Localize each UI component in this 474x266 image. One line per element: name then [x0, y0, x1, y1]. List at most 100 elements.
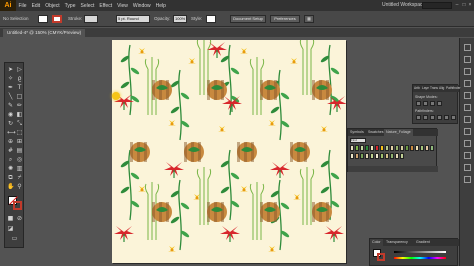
tab-artboards[interactable]: Artb: [414, 86, 420, 90]
pencil-icon[interactable]: ✏: [16, 102, 23, 109]
gradient-panel-icon[interactable]: [464, 116, 471, 123]
tab-symbols[interactable]: Symbols: [348, 129, 366, 136]
stroke-color-icon[interactable]: [13, 201, 22, 210]
selection-icon[interactable]: ➤: [7, 66, 14, 73]
draw-mode-icon[interactable]: ◪: [7, 225, 14, 232]
tab-layers[interactable]: Laye: [422, 86, 429, 90]
menu-select[interactable]: Select: [78, 3, 97, 9]
stroke-swatch[interactable]: [52, 15, 62, 23]
rectangle-icon[interactable]: □: [16, 93, 23, 100]
tab-color[interactable]: Color: [370, 239, 383, 246]
outline-icon[interactable]: [444, 115, 449, 120]
paintbrush-icon[interactable]: ✎: [7, 102, 14, 109]
document-tab[interactable]: Untitled-4* @ 150% (CMYK/Preview): [3, 29, 86, 37]
shape-builder-icon[interactable]: ⊕: [7, 138, 14, 145]
menu-view[interactable]: View: [115, 3, 131, 9]
close-icon[interactable]: ×: [467, 2, 473, 8]
swatch[interactable]: [400, 145, 404, 151]
slice-icon[interactable]: ⌿: [16, 174, 23, 181]
menu-edit[interactable]: Edit: [29, 3, 43, 9]
menu-type[interactable]: Type: [62, 3, 78, 9]
hand-icon[interactable]: ✋: [7, 183, 14, 190]
swatch[interactable]: [395, 145, 399, 151]
color-stroke-chip[interactable]: [377, 253, 385, 261]
swatch[interactable]: [350, 145, 354, 151]
swatch[interactable]: [355, 152, 359, 159]
blob-brush-icon[interactable]: ◉: [7, 111, 14, 118]
stroke-panel-icon[interactable]: [464, 104, 471, 111]
swatch[interactable]: [400, 152, 404, 159]
menu-effect[interactable]: Effect: [97, 3, 115, 9]
swatch[interactable]: [365, 145, 369, 151]
none-mode-icon[interactable]: ⊘: [16, 215, 23, 222]
trim-icon[interactable]: [423, 115, 428, 120]
graphic-style-swatch[interactable]: [206, 15, 216, 23]
swatch[interactable]: [360, 152, 364, 159]
tab-align[interactable]: Alig: [439, 86, 444, 90]
tab-swatches[interactable]: Swatches: [366, 129, 386, 136]
swatch[interactable]: [395, 152, 399, 159]
swatch[interactable]: [370, 152, 374, 159]
swatch[interactable]: [355, 145, 359, 151]
opacity-field[interactable]: 100%: [173, 15, 187, 23]
swatch[interactable]: [390, 152, 394, 159]
swatch[interactable]: [365, 152, 369, 159]
free-transform-icon[interactable]: ⬚: [16, 129, 23, 136]
perspective-grid-icon[interactable]: ⊞: [16, 138, 23, 145]
eraser-icon[interactable]: ◧: [16, 111, 23, 118]
brush-definition-select[interactable]: 5 pt. Round: [116, 15, 150, 23]
color-spectrum[interactable]: [394, 257, 446, 259]
symbols-panel-icon[interactable]: [464, 92, 471, 99]
scale-icon[interactable]: ⤡: [16, 120, 23, 127]
color-panel-icon[interactable]: [464, 44, 471, 51]
crop-icon[interactable]: [437, 115, 442, 120]
tab-transform[interactable]: Trans: [430, 86, 438, 90]
symbol-sprayer-icon[interactable]: ✺: [7, 165, 14, 172]
menu-object[interactable]: Object: [43, 3, 62, 9]
swatch[interactable]: [380, 152, 384, 159]
help-search-input[interactable]: [422, 2, 452, 9]
column-graph-icon[interactable]: ▥: [16, 165, 23, 172]
intersect-icon[interactable]: [430, 101, 435, 106]
arrange-documents-icon[interactable]: ▦: [304, 15, 314, 23]
menu-file[interactable]: File: [16, 3, 29, 9]
tab-nature-foliage[interactable]: Nature_Foliage: [384, 129, 413, 136]
swatch[interactable]: [360, 145, 364, 151]
menu-window[interactable]: Window: [130, 3, 153, 9]
swatch[interactable]: [385, 145, 389, 151]
graphic-styles-icon[interactable]: [464, 152, 471, 159]
swatches-panel-icon[interactable]: [464, 68, 471, 75]
eyedropper-icon[interactable]: ⌕: [7, 156, 14, 163]
swatch[interactable]: [375, 145, 379, 151]
width-icon[interactable]: ⟷: [7, 129, 16, 136]
brushes-panel-icon[interactable]: [464, 80, 471, 87]
mesh-icon[interactable]: #: [7, 147, 14, 154]
merge-icon[interactable]: [430, 115, 435, 120]
appearance-panel-icon[interactable]: [464, 140, 471, 147]
swatch[interactable]: [350, 152, 354, 159]
artboards-panel-icon[interactable]: [464, 176, 471, 183]
swatch[interactable]: [410, 145, 414, 151]
color-slider[interactable]: [394, 251, 446, 253]
swatch[interactable]: [415, 145, 419, 151]
lasso-icon[interactable]: ϱ: [16, 75, 23, 82]
tab-pathfinder[interactable]: Pathfinder: [446, 86, 461, 90]
swatch[interactable]: [370, 145, 374, 151]
layers-panel-icon[interactable]: [464, 164, 471, 171]
rotate-icon[interactable]: ↻: [7, 120, 14, 127]
minimize-icon[interactable]: –: [454, 2, 460, 8]
swatch[interactable]: [425, 145, 429, 151]
blend-icon[interactable]: ◎: [16, 156, 23, 163]
swatch[interactable]: [420, 145, 424, 151]
artboard-icon[interactable]: ⧉: [7, 174, 14, 181]
tab-gradient[interactable]: Gradient: [414, 239, 432, 246]
swatch[interactable]: [375, 152, 379, 159]
line-icon[interactable]: ╲: [7, 93, 14, 100]
unite-icon[interactable]: [416, 101, 421, 106]
minus-back-icon[interactable]: [451, 115, 456, 120]
preferences-button[interactable]: Preferences: [270, 15, 300, 23]
color-mode-icon[interactable]: ■: [7, 215, 14, 222]
menu-help[interactable]: Help: [153, 3, 168, 9]
screen-mode-icon[interactable]: ▭: [11, 235, 18, 242]
swatch[interactable]: [385, 152, 389, 159]
